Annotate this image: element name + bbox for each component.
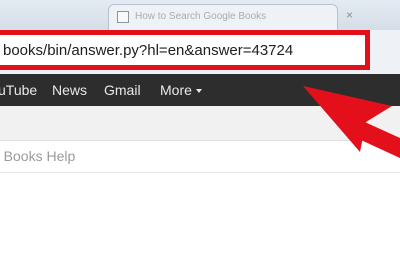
annotation-arrow-icon	[303, 86, 400, 158]
